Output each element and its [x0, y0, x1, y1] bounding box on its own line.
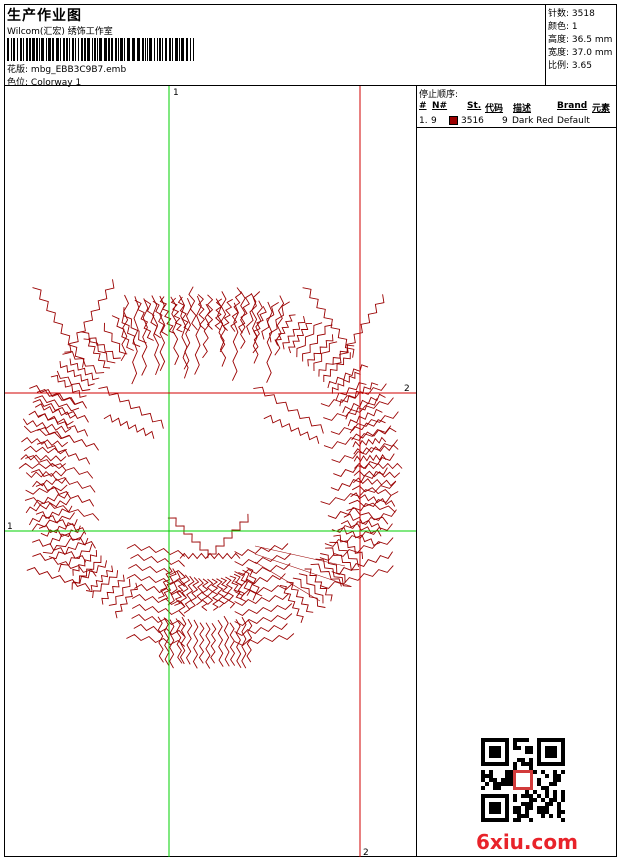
col-header-stitches: St. [467, 101, 482, 111]
software-subtitle: Wilcom(汇宏) 绣饰工作室 [7, 27, 113, 37]
tiger-embroidery [18, 279, 403, 669]
col-header-index: # [419, 101, 427, 111]
stats-block: 针数: 3518 颜色: 1 高度: 36.5 mm 宽度: 37.0 mm 比… [546, 5, 617, 86]
col-header-brand: Brand [557, 101, 588, 111]
thread-color-swatch [449, 116, 458, 125]
stat-width: 宽度: 37.0 mm [548, 48, 613, 58]
design-label: 花版: [7, 65, 29, 75]
row-code: 9 [502, 116, 508, 126]
stat-scale: 比例: 3.65 [548, 61, 592, 71]
qr-code [481, 738, 565, 822]
row-brand: Default [557, 116, 590, 126]
design-filename: mbg_EBB3C9B7.emb [30, 65, 127, 75]
guide-label-v2: 2 [363, 848, 369, 857]
row-description: Dark Red [512, 116, 554, 126]
guide-label-h2: 2 [404, 384, 410, 394]
design-svg: 1 2 2 1 [5, 86, 416, 857]
col-header-element: 元素 [592, 104, 611, 114]
guide-label-h1: 1 [7, 522, 13, 532]
row-stitches: 3516 [461, 116, 484, 126]
design-canvas: 1 2 2 1 [5, 86, 417, 857]
stat-height: 高度: 36.5 mm [548, 35, 613, 45]
stop-sequence-title: 停止顺序: [419, 90, 459, 100]
watermark-text: 6xiu.com [476, 830, 578, 854]
barcode-image [7, 38, 194, 61]
stat-colors: 颜色: 1 [548, 22, 578, 32]
row-n: 9 [431, 116, 437, 126]
design-file-line: 花版: mbg_EBB3C9B7.emb [7, 62, 126, 75]
row-index: 1. [419, 116, 428, 126]
col-header-description: 描述 [513, 104, 532, 114]
col-header-n: N# [432, 101, 448, 111]
page-title: 生产作业图 [7, 8, 82, 24]
row-divider [417, 127, 617, 128]
header-info-block: 生产作业图 Wilcom(汇宏) 绣饰工作室 花版: mbg_EBB3C9B7.… [5, 5, 546, 88]
guide-label-v1: 1 [173, 88, 179, 98]
stat-stitches: 针数: 3518 [548, 9, 595, 19]
col-header-code: 代码 [485, 104, 504, 114]
